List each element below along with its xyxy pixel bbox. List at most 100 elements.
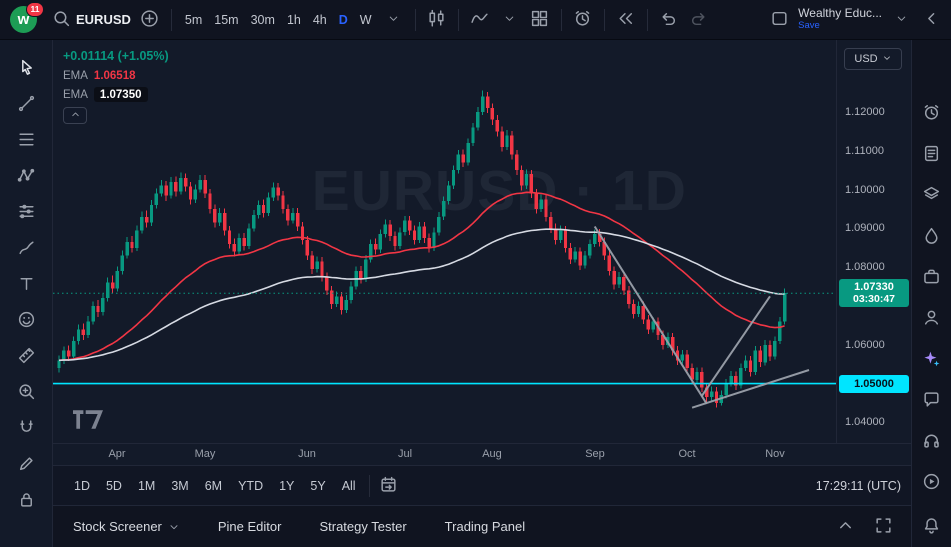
ai-sparkle-icon[interactable] <box>918 344 946 372</box>
symbol-search-button[interactable]: EURUSD <box>49 5 134 35</box>
redo-button[interactable] <box>685 5 713 35</box>
save-layout-button[interactable] <box>765 5 793 35</box>
symbol-label: EURUSD <box>76 12 131 27</box>
alert-button[interactable] <box>569 5 597 35</box>
chart-canvas[interactable]: EURUSD · 1D +0.01114 (+1.05%) EMA1.06518… <box>53 40 836 443</box>
news-icon[interactable] <box>918 139 946 167</box>
time-axis-label: Jul <box>398 448 412 460</box>
timeframe-W[interactable]: W <box>354 9 378 31</box>
tab-strategy-tester[interactable]: Strategy Tester <box>319 519 406 534</box>
range-3M[interactable]: 3M <box>163 475 196 497</box>
save-link[interactable]: Save <box>798 21 820 32</box>
bell-icon[interactable] <box>918 511 946 539</box>
timeframe-4h[interactable]: 4h <box>307 9 333 31</box>
indicators-button[interactable] <box>466 5 494 35</box>
range-6M[interactable]: 6M <box>197 475 230 497</box>
layout-grid-button[interactable] <box>526 5 554 35</box>
tab-pine-editor[interactable]: Pine Editor <box>218 519 282 534</box>
bar-replay-button[interactable] <box>612 5 640 35</box>
draw-tool[interactable] <box>10 448 42 478</box>
currency-dropdown[interactable]: USD <box>844 48 902 70</box>
chat-icon[interactable] <box>918 385 946 413</box>
compare-add-button[interactable] <box>136 5 164 35</box>
range-toolbar: 1D5D1M3M6MYTD1Y5YAll 17:29:11 (UTC) <box>53 465 911 505</box>
range-All[interactable]: All <box>334 475 364 497</box>
fullscreen-button[interactable] <box>869 512 897 542</box>
cursor-tool[interactable] <box>10 52 42 82</box>
forecast-tool[interactable] <box>10 196 42 226</box>
play-circle-icon[interactable] <box>918 467 946 495</box>
chevron-down-icon <box>882 53 892 66</box>
panel-expand-button[interactable] <box>831 512 859 542</box>
indicator-legend-row[interactable]: EMA1.07350 <box>63 87 169 102</box>
price-tick: 1.12000 <box>845 106 885 118</box>
xabcd-pattern-tool[interactable] <box>10 160 42 190</box>
grid-layout-icon <box>530 9 549 31</box>
notification-badge: 11 <box>26 2 44 17</box>
range-5Y[interactable]: 5Y <box>302 475 333 497</box>
chart-row: EURUSD · 1D +0.01114 (+1.05%) EMA1.06518… <box>53 40 911 443</box>
undo-button[interactable] <box>655 5 683 35</box>
magnet-tool[interactable] <box>10 412 42 442</box>
timeframe-5m[interactable]: 5m <box>179 9 208 31</box>
lock-tool[interactable] <box>10 484 42 514</box>
tab-label: Stock Screener <box>73 519 162 534</box>
layout-menu-button[interactable] <box>887 5 915 35</box>
layers-icon[interactable] <box>918 180 946 208</box>
tab-stock-screener[interactable]: Stock Screener <box>73 519 180 534</box>
goto-date-icon <box>379 475 398 497</box>
divider <box>458 9 459 31</box>
briefcase-icon[interactable] <box>918 262 946 290</box>
timeframe-15m[interactable]: 15m <box>208 9 244 31</box>
droplet-icon[interactable] <box>918 221 946 249</box>
zoom-tool[interactable] <box>10 376 42 406</box>
timeframe-group: 5m15m30m1h4hDW <box>179 9 378 31</box>
alarm-clock-icon[interactable] <box>918 98 946 126</box>
last-price-value: 1.07330 <box>839 281 909 293</box>
range-1Y[interactable]: 1Y <box>271 475 302 497</box>
tab-label: Pine Editor <box>218 519 282 534</box>
measure-tool[interactable] <box>10 340 42 370</box>
fib-retracement-tool[interactable] <box>10 124 42 154</box>
account-avatar[interactable]: w 11 <box>10 6 37 33</box>
timeframe-D[interactable]: D <box>333 9 354 31</box>
replay-icon <box>616 9 635 31</box>
range-YTD[interactable]: YTD <box>230 475 271 497</box>
chart-column: EURUSD · 1D +0.01114 (+1.05%) EMA1.06518… <box>53 40 911 547</box>
brush-tool[interactable] <box>10 232 42 262</box>
profile-icon[interactable] <box>918 303 946 331</box>
chevron-down-icon <box>895 12 908 28</box>
trend-line-tool[interactable] <box>10 88 42 118</box>
last-price-tag: 1.0733003:30:47 <box>839 279 909 307</box>
legend-collapse-button[interactable] <box>63 107 87 124</box>
bottom-tabs: Stock Screener Pine Editor Strategy Tester… <box>73 519 525 534</box>
price-scale[interactable]: USD 1.120001.110001.100001.090001.080001… <box>836 40 911 443</box>
time-axis-label: Apr <box>108 448 125 460</box>
layout-name[interactable]: Wealthy Educ... Save <box>798 7 882 32</box>
divider <box>647 9 648 31</box>
tab-trading-panel[interactable]: Trading Panel <box>445 519 525 534</box>
candles-icon <box>427 9 446 31</box>
chart-plot[interactable] <box>53 40 836 443</box>
indicator-legend-row[interactable]: EMA1.06518 <box>63 70 169 82</box>
emoji-tool[interactable] <box>10 304 42 334</box>
goto-date-button[interactable] <box>375 471 403 501</box>
chart-style-button[interactable] <box>423 5 451 35</box>
time-axis-label: Nov <box>765 448 785 460</box>
timeframe-1h[interactable]: 1h <box>281 9 307 31</box>
text-tool[interactable] <box>10 268 42 298</box>
timeframe-30m[interactable]: 30m <box>245 9 281 31</box>
time-axis[interactable]: AprMayJunJulAugSepOctNov <box>53 443 911 465</box>
timeframe-menu-button[interactable] <box>380 5 408 35</box>
chart-legend: +0.01114 (+1.05%) EMA1.06518EMA1.07350 <box>63 49 169 124</box>
range-5D[interactable]: 5D <box>98 475 130 497</box>
clock[interactable]: 17:29:11 (UTC) <box>816 479 901 493</box>
tradingview-logo[interactable] <box>73 410 103 429</box>
plus-circle-icon <box>140 9 159 31</box>
headset-icon[interactable] <box>918 426 946 454</box>
range-1D[interactable]: 1D <box>66 475 98 497</box>
range-1M[interactable]: 1M <box>130 475 163 497</box>
collapse-panel-button[interactable] <box>917 5 945 35</box>
time-axis-label: Oct <box>678 448 695 460</box>
indicator-templates-button[interactable] <box>496 5 524 35</box>
